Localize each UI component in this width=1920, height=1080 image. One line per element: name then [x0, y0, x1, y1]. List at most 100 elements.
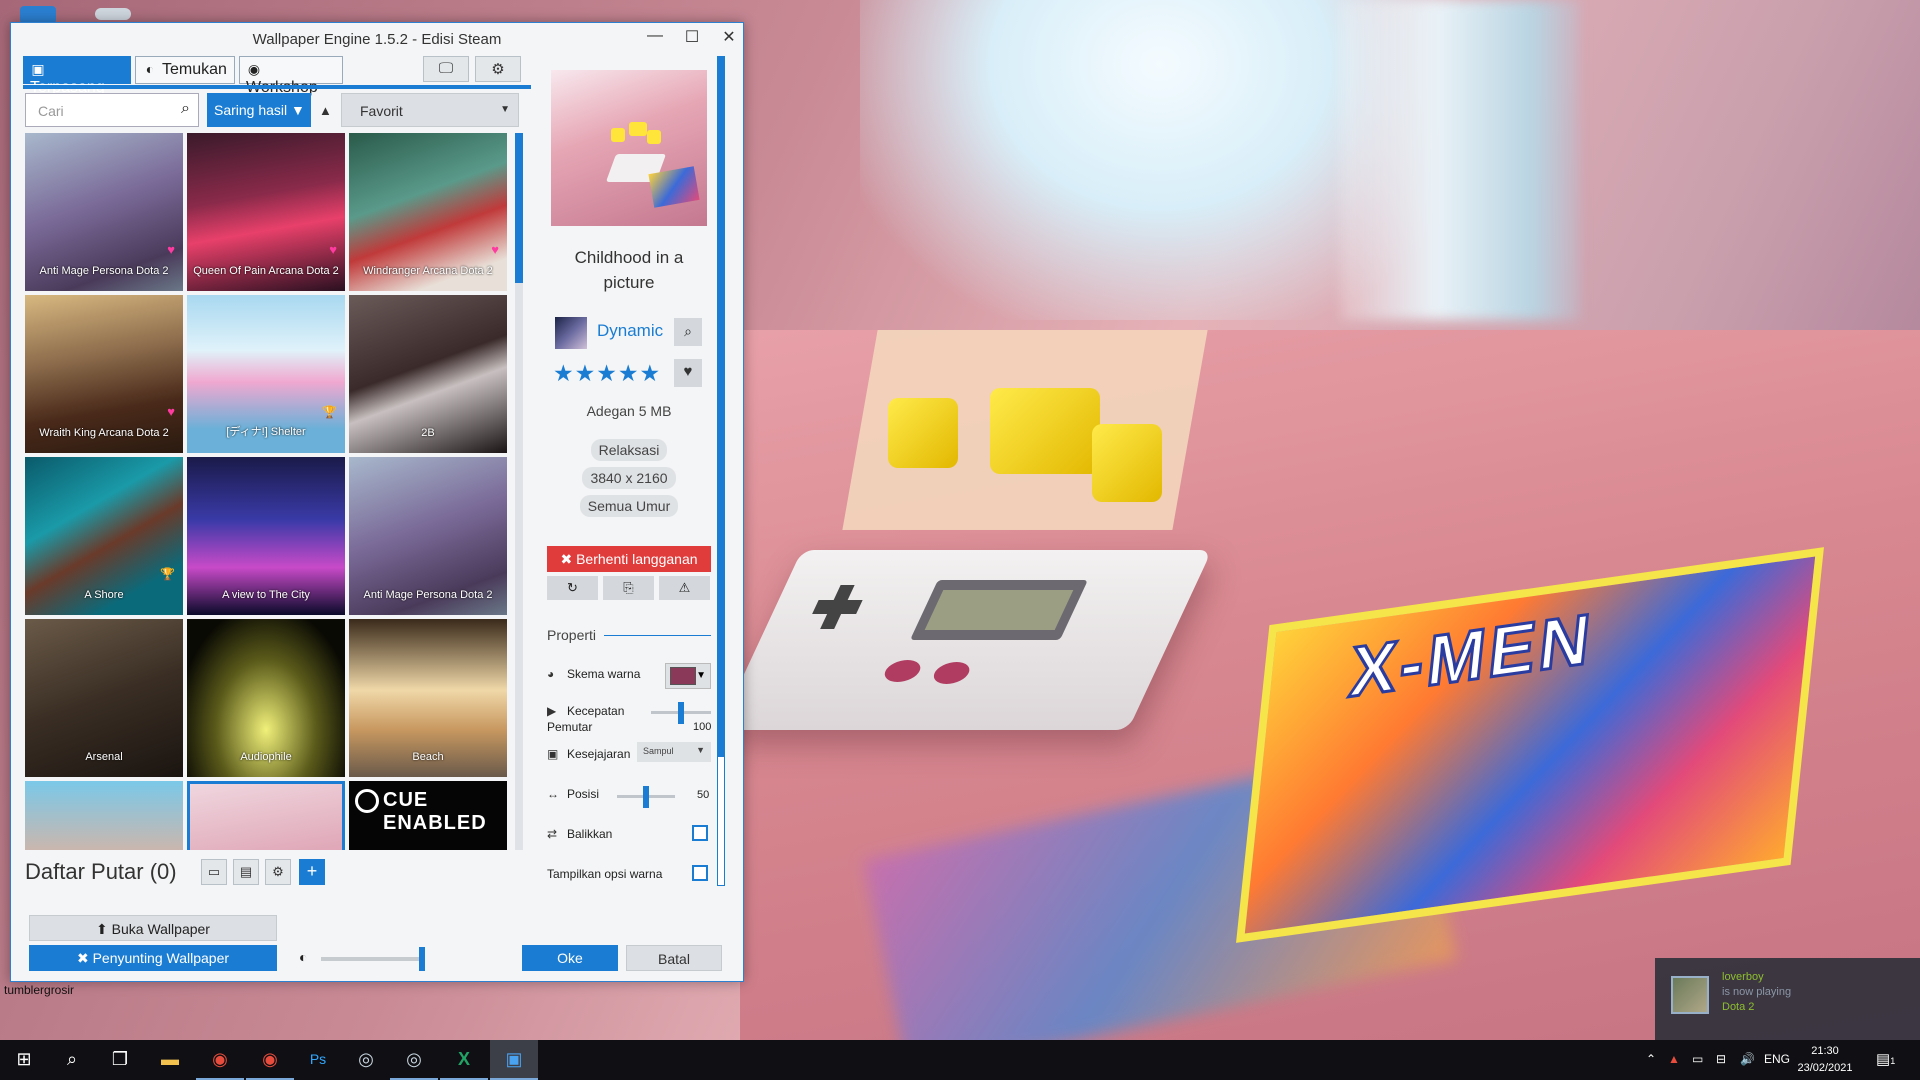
friend-name: loverboy [1722, 971, 1764, 983]
grid-scrollbar[interactable] [515, 133, 523, 850]
wallpaper-tile[interactable]: ♥ Anti Mage Persona Dota 2 [25, 133, 183, 291]
filter-results-button[interactable]: Saring hasil ▼ [207, 93, 311, 127]
settings-button[interactable]: ⚙ [475, 56, 521, 82]
wallpaper-tile[interactable]: Anti Mage Persona Dota 2 [349, 457, 507, 615]
chrome-icon: ◉ [212, 1049, 228, 1069]
wallpaper-preview [551, 70, 707, 226]
notification-count: 1 [1890, 1056, 1896, 1066]
wallpaper-tile[interactable]: Arsenal [25, 619, 183, 777]
playback-speed-slider[interactable] [651, 702, 711, 724]
cancel-button[interactable]: Batal [626, 945, 722, 971]
wallpaper-tile[interactable]: Beach [349, 619, 507, 777]
taskbar-app-steam[interactable]: ◎ [390, 1040, 438, 1080]
details-scrollbar-thumb[interactable] [718, 57, 724, 757]
wallpaper-tile[interactable]: A view to The City [187, 457, 345, 615]
close-button[interactable]: ✕ [715, 27, 743, 51]
wallpaper-tile[interactable]: ♥ Queen Of Pain Arcana Dota 2 [187, 133, 345, 291]
start-button[interactable]: ⊞ [0, 1040, 48, 1080]
wallpaper-title: 2B [421, 427, 435, 439]
friend-avatar [1671, 976, 1709, 1014]
floppy-icon: ▣ [31, 61, 45, 77]
preview-comic [648, 166, 700, 208]
taskbar-app-excel[interactable]: X [440, 1040, 488, 1080]
wallpaper-tile[interactable]: 2B [349, 295, 507, 453]
task-view-button[interactable]: ❐ [96, 1040, 144, 1080]
playlist-open-button[interactable]: ▭ [201, 859, 227, 885]
maximize-button[interactable]: ☐ [678, 27, 706, 51]
slider-knob[interactable] [643, 786, 649, 808]
taskbar-app-photoshop[interactable]: Ps [294, 1040, 342, 1080]
battery-icon[interactable]: ▭ [1692, 1052, 1703, 1066]
slider-knob[interactable] [678, 702, 684, 724]
tab-installed[interactable]: ▣Terpasang [23, 56, 131, 96]
taskbar-app-chrome[interactable]: ◉ [196, 1040, 244, 1080]
author-link[interactable]: Dynamic [597, 321, 663, 341]
tray-app-icon[interactable]: ▲ [1668, 1052, 1680, 1066]
grid-scrollbar-thumb[interactable] [515, 133, 523, 283]
unsubscribe-button[interactable]: ✖ Berhenti langganan [547, 546, 711, 572]
minimize-button[interactable]: — [641, 27, 669, 51]
taskbar-app-steam[interactable]: ◎ [342, 1040, 390, 1080]
wallpaper-tile[interactable]: 🏆 [ディナ!] Shelter [187, 295, 345, 453]
wallpaper-tile[interactable] [25, 781, 183, 850]
chevron-down-icon: ▼ [696, 670, 706, 681]
wallpaper-title: Arsenal [85, 751, 123, 763]
wallpaper-tile[interactable]: ♥ Windranger Arcana Dota 2 [349, 133, 507, 291]
taskbar-app-chrome[interactable]: ◉ [246, 1040, 294, 1080]
playlist-settings-button[interactable]: ⚙ [265, 859, 291, 885]
wallpaper-tile[interactable]: ♥ Wraith King Arcana Dota 2 [25, 295, 183, 453]
wallpaper-title: Audiophile [240, 751, 292, 763]
alignment-select[interactable]: Sampul ▼ [637, 742, 711, 762]
alignment-label: Kesejajaran [567, 747, 631, 761]
file-explorer-icon: ▬ [161, 1049, 179, 1069]
taskbar-app-explorer[interactable]: ▬ [146, 1040, 194, 1080]
wallpaper-title: Anti Mage Persona Dota 2 [363, 589, 493, 601]
wallpaper-tile[interactable]: Audiophile [187, 619, 345, 777]
wallpaper-tile[interactable]: CUE ENABLED [349, 781, 507, 850]
tab-discover[interactable]: ◐ Temukan [135, 56, 235, 84]
brightness-slider-knob[interactable] [419, 947, 425, 971]
sort-select[interactable]: Favorit ▼ [341, 93, 519, 127]
taskbar-search-button[interactable]: ⌕ [48, 1040, 96, 1080]
refresh-button[interactable]: ↻ [547, 576, 598, 600]
taskbar-app-wallpaper-engine[interactable]: ▣ [490, 1040, 538, 1080]
wallpaper-editor-button[interactable]: ✖ Penyunting Wallpaper [29, 945, 277, 971]
title-bar[interactable]: Wallpaper Engine 1.5.2 - Edisi Steam — ☐… [11, 23, 743, 55]
clock[interactable]: 21:30 23/02/2021 [1790, 1043, 1860, 1077]
gameboy-button [880, 660, 925, 682]
language-indicator[interactable]: ENG [1764, 1052, 1790, 1066]
network-icon[interactable]: ⊟ [1716, 1052, 1726, 1066]
wallpaper-engine-window: Wallpaper Engine 1.5.2 - Edisi Steam — ☐… [10, 22, 744, 982]
favorite-button[interactable]: ♥ [674, 359, 702, 387]
ok-button[interactable]: Oke [522, 945, 618, 971]
brightness-slider[interactable] [321, 947, 425, 971]
copy-button[interactable]: ⎘ [603, 576, 654, 600]
desktop-icon-label[interactable]: tumblergrosir [4, 983, 74, 997]
notification-center-button[interactable]: ▤1 [1876, 1050, 1895, 1068]
report-button[interactable]: ⚠ [659, 576, 710, 600]
properties-divider [604, 635, 711, 636]
steam-notification[interactable]: loverboy is now playing Dota 2 [1655, 958, 1920, 1040]
display-settings-button[interactable]: 🖵 [423, 56, 469, 82]
flip-checkbox[interactable] [692, 825, 708, 841]
position-slider[interactable] [617, 786, 675, 808]
wallpaper-tile-selected[interactable] [187, 781, 345, 850]
desktop-cloud-icon[interactable] [95, 8, 131, 20]
tray-overflow-icon[interactable]: ⌃ [1646, 1052, 1656, 1066]
tag-label: 3840 x 2160 [582, 467, 676, 489]
open-wallpaper-button[interactable]: ⬆ Buka Wallpaper [29, 915, 277, 941]
tab-workshop[interactable]: ◉Workshop [239, 56, 343, 96]
playlist-save-button[interactable]: ▤ [233, 859, 259, 885]
show-color-options-checkbox[interactable] [692, 865, 708, 881]
playlist-add-button[interactable]: + [299, 859, 325, 885]
search-input[interactable]: Cari ⌕ [25, 93, 199, 127]
author-search-button[interactable]: ⌕ [674, 318, 702, 346]
color-scheme-picker[interactable]: ▼ [665, 663, 711, 689]
volume-icon[interactable]: 🔊 [1740, 1052, 1755, 1066]
wallpaper-tile[interactable]: 🏆 A Shore [25, 457, 183, 615]
notification-status: is now playing [1722, 986, 1792, 998]
show-color-options-label: Tampilkan opsi warna [547, 867, 663, 881]
author-avatar[interactable] [555, 317, 587, 349]
details-scrollbar[interactable] [717, 56, 725, 886]
sort-direction-icon[interactable]: ▲ [319, 103, 332, 118]
